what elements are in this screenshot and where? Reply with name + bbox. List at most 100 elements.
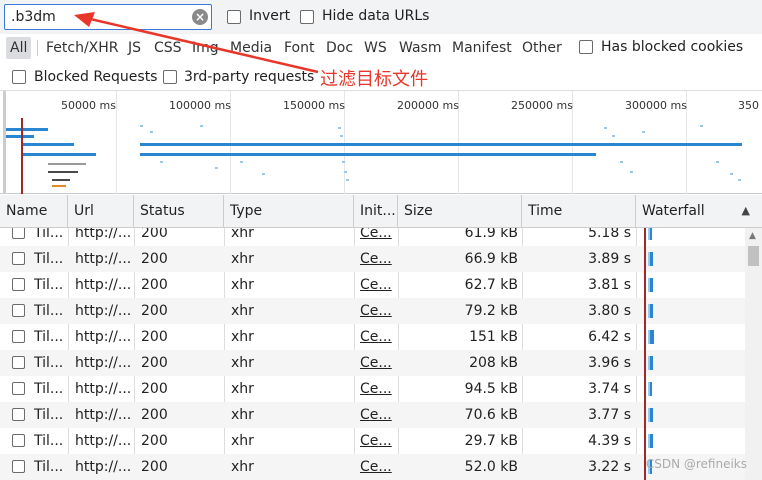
cell-initiator[interactable]: Ce... bbox=[360, 272, 396, 298]
filter-input[interactable]: .b3dm × bbox=[4, 4, 212, 30]
cell-initiator[interactable]: Ce... bbox=[360, 246, 396, 272]
table-row[interactable]: Til... http://... 200 xhr Ce... 52.0 kB 3.22 s bbox=[0, 454, 745, 480]
cell-time: 4.39 s bbox=[588, 433, 631, 449]
requests-table-body: Til... http://... 200 xhr Ce... 61.9 kB 5.18 s… bbox=[0, 228, 762, 480]
invert-checkbox[interactable] bbox=[227, 10, 241, 24]
row-checkbox[interactable] bbox=[12, 408, 25, 421]
column-header-url[interactable]: Url bbox=[68, 195, 134, 228]
type-filter-manifest[interactable]: Manifest bbox=[448, 37, 516, 59]
table-row[interactable]: Til... http://... 200 xhr Ce... 208 kB 3.96 s bbox=[0, 350, 745, 376]
third-party-checkbox[interactable] bbox=[163, 70, 177, 84]
row-checkbox[interactable] bbox=[12, 434, 25, 447]
request-filter-bar: Blocked Requests 3rd-party requests 过滤目标… bbox=[0, 61, 762, 91]
row-checkbox[interactable] bbox=[12, 252, 25, 265]
type-filter-other[interactable]: Other bbox=[518, 37, 566, 59]
cell-initiator[interactable]: Ce... bbox=[360, 298, 396, 324]
cell-name: Til... bbox=[34, 381, 64, 397]
overview-load-marker bbox=[21, 118, 23, 194]
filter-input-value[interactable]: .b3dm bbox=[11, 9, 56, 25]
cell-url: http://... bbox=[75, 381, 132, 397]
type-filter-ws[interactable]: WS bbox=[360, 37, 391, 59]
table-row[interactable]: Til... http://... 200 xhr Ce... 151 kB 6.42 s bbox=[0, 324, 745, 350]
table-row[interactable]: Til... http://... 200 xhr Ce... 94.5 kB 3.74 s bbox=[0, 376, 745, 402]
waterfall-download-bar bbox=[650, 382, 652, 396]
column-header-status[interactable]: Status bbox=[134, 195, 224, 228]
clear-filter-icon[interactable]: × bbox=[192, 9, 208, 25]
cell-url: http://... bbox=[75, 459, 132, 475]
table-row[interactable]: Til... http://... 200 xhr Ce... 79.2 kB 3.80 s bbox=[0, 298, 745, 324]
type-filter-bar: All Fetch/XHR JS CSS Img Media Font Doc … bbox=[0, 34, 762, 61]
network-overview[interactable]: 50000 ms 100000 ms 150000 ms 200000 ms 2… bbox=[0, 91, 762, 194]
row-checkbox[interactable] bbox=[12, 304, 25, 317]
overview-dot bbox=[262, 173, 265, 175]
has-blocked-cookies-checkbox[interactable] bbox=[579, 40, 593, 54]
cell-initiator[interactable]: Ce... bbox=[360, 402, 396, 428]
type-filter-media[interactable]: Media bbox=[226, 37, 276, 59]
row-checkbox[interactable] bbox=[12, 228, 25, 239]
annotation-text: 过滤目标文件 bbox=[320, 69, 428, 90]
cell-status: 200 bbox=[141, 277, 168, 293]
row-checkbox[interactable] bbox=[12, 356, 25, 369]
type-filter-font[interactable]: Font bbox=[280, 37, 318, 59]
column-header-type[interactable]: Type bbox=[224, 195, 354, 228]
waterfall-download-bar bbox=[650, 330, 654, 344]
cell-initiator[interactable]: Ce... bbox=[360, 350, 396, 376]
cell-initiator[interactable]: Ce... bbox=[360, 324, 396, 350]
cell-time: 3.22 s bbox=[588, 459, 631, 475]
sort-ascending-icon[interactable]: ▲ bbox=[742, 204, 750, 217]
cell-time: 3.77 s bbox=[588, 407, 631, 423]
table-row[interactable]: Til... http://... 200 xhr Ce... 61.9 kB 5.18 s bbox=[0, 228, 745, 246]
type-filter-css[interactable]: CSS bbox=[150, 37, 186, 59]
blocked-requests-checkbox[interactable] bbox=[12, 70, 26, 84]
cell-size: 79.2 kB bbox=[464, 303, 518, 319]
cell-size: 62.7 kB bbox=[464, 277, 518, 293]
cell-type: xhr bbox=[231, 407, 254, 423]
cell-name: Til... bbox=[34, 228, 64, 241]
table-row[interactable]: Til... http://... 200 xhr Ce... 29.7 kB 4.39 s bbox=[0, 428, 745, 454]
column-header-time[interactable]: Time bbox=[522, 195, 636, 228]
row-checkbox[interactable] bbox=[12, 330, 25, 343]
overview-request-bar bbox=[22, 143, 74, 146]
blocked-requests-label: Blocked Requests bbox=[34, 69, 158, 85]
cell-size: 61.9 kB bbox=[464, 228, 518, 241]
cell-initiator[interactable]: Ce... bbox=[360, 228, 396, 246]
overview-dot bbox=[338, 127, 341, 129]
cell-status: 200 bbox=[141, 355, 168, 371]
type-filter-fetch-xhr[interactable]: Fetch/XHR bbox=[42, 37, 123, 59]
type-filter-js[interactable]: JS bbox=[124, 37, 145, 59]
row-checkbox[interactable] bbox=[12, 460, 25, 473]
has-blocked-cookies-label: Has blocked cookies bbox=[601, 39, 744, 55]
cell-initiator[interactable]: Ce... bbox=[360, 428, 396, 454]
overview-dot bbox=[342, 161, 345, 163]
overview-dot bbox=[346, 179, 349, 181]
cell-type: xhr bbox=[231, 277, 254, 293]
scrollbar-thumb[interactable] bbox=[748, 246, 759, 266]
type-filter-all[interactable]: All bbox=[6, 37, 32, 59]
overview-request-bar bbox=[140, 143, 742, 146]
cell-size: 29.7 kB bbox=[464, 433, 518, 449]
column-header-initiator[interactable]: Init... bbox=[354, 195, 398, 228]
row-checkbox[interactable] bbox=[12, 278, 25, 291]
type-filter-wasm[interactable]: Wasm bbox=[395, 37, 445, 59]
scroll-up-icon[interactable]: ▲ bbox=[749, 231, 756, 241]
cell-type: xhr bbox=[231, 303, 254, 319]
overview-request-bar bbox=[6, 128, 48, 131]
table-row[interactable]: Til... http://... 200 xhr Ce... 70.6 kB 3.77 s bbox=[0, 402, 745, 428]
hide-data-urls-checkbox[interactable] bbox=[300, 10, 314, 24]
cell-type: xhr bbox=[231, 433, 254, 449]
type-filter-doc[interactable]: Doc bbox=[322, 37, 357, 59]
table-row[interactable]: Til... http://... 200 xhr Ce... 66.9 kB 3.89 s bbox=[0, 246, 745, 272]
cell-initiator[interactable]: Ce... bbox=[360, 454, 396, 480]
cell-size: 70.6 kB bbox=[464, 407, 518, 423]
column-header-size[interactable]: Size bbox=[398, 195, 522, 228]
row-checkbox[interactable] bbox=[12, 382, 25, 395]
overview-handle[interactable] bbox=[3, 91, 6, 194]
overview-dot bbox=[344, 171, 347, 173]
overview-tick: 50000 ms bbox=[61, 99, 116, 112]
vertical-scrollbar[interactable]: ▲ bbox=[745, 228, 762, 480]
column-header-name[interactable]: Name bbox=[0, 195, 68, 228]
type-filter-img[interactable]: Img bbox=[188, 37, 223, 59]
cell-status: 200 bbox=[141, 228, 168, 241]
table-row[interactable]: Til... http://... 200 xhr Ce... 62.7 kB 3.81 s bbox=[0, 272, 745, 298]
cell-initiator[interactable]: Ce... bbox=[360, 376, 396, 402]
